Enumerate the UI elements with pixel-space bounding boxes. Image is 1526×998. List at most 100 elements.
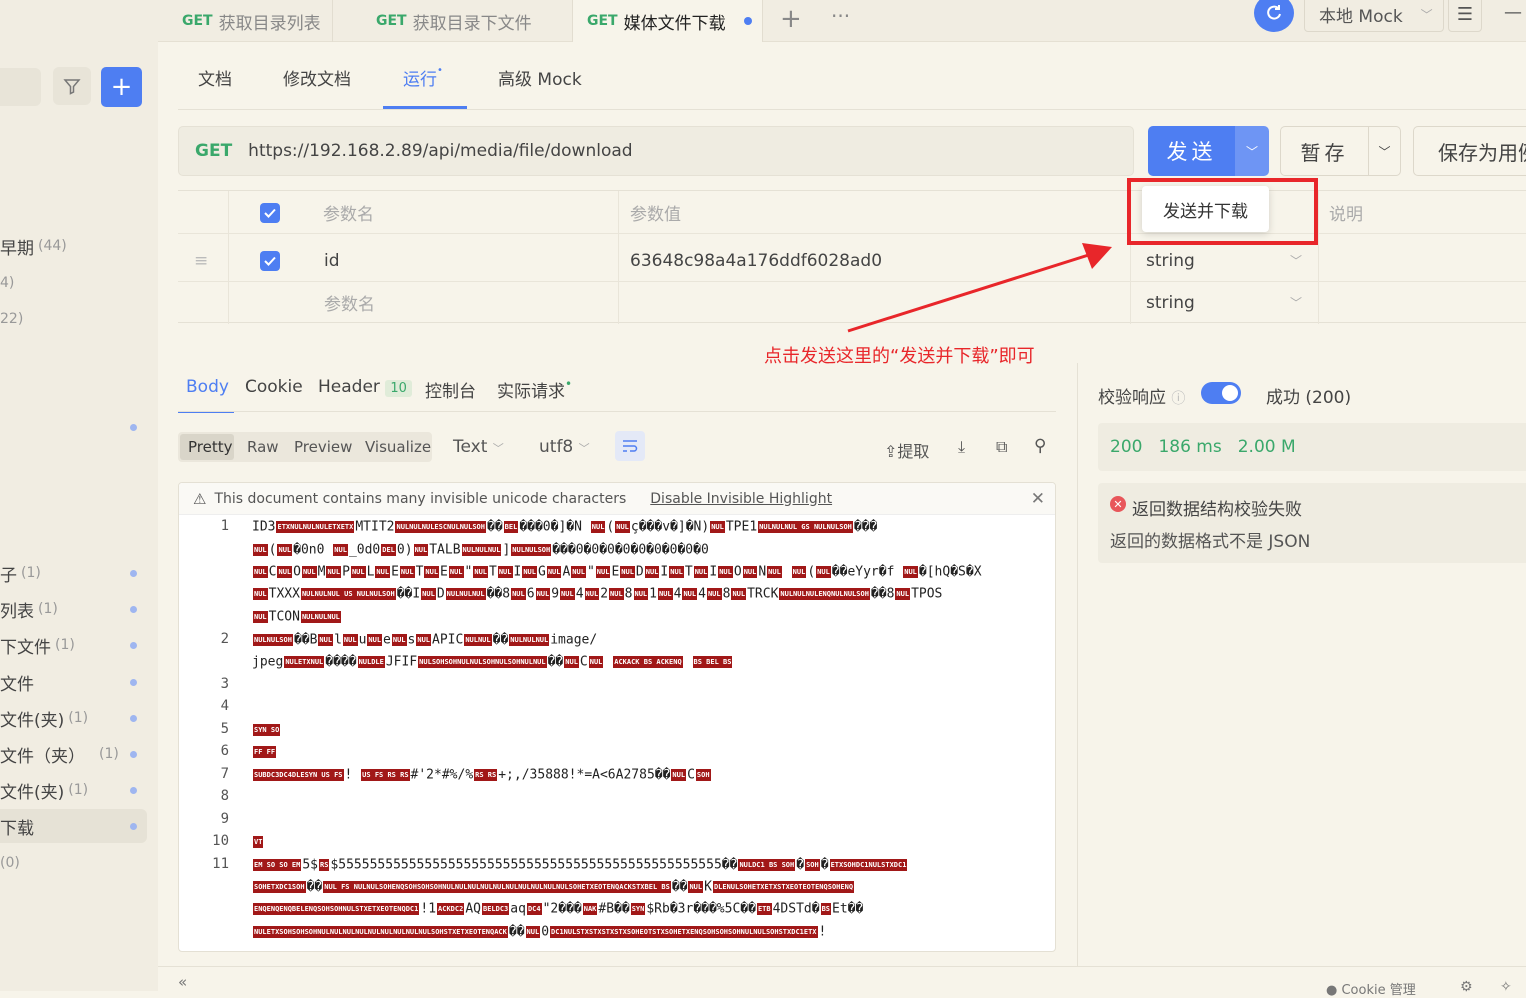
sidebar-item[interactable]: 文件(夹) (1) [0,773,147,807]
sidebar-item-active[interactable]: 下载 [0,809,147,843]
chevron-down-icon: ﹀ [1289,254,1302,268]
sidebar-item[interactable]: 列表 (1) [0,592,147,626]
view-raw[interactable]: Raw [247,438,279,456]
tab-label: 获取目录下文件 [412,13,532,34]
extract-button[interactable]: ⇪提取 [884,438,929,462]
header-name: 参数名 [323,205,374,225]
sidebar-item[interactable]: 文件（夹） (1) [0,737,147,771]
search-icon[interactable]: ⚲ [1034,436,1046,456]
tab-header-label: Header [318,377,380,397]
line-number: 3 [220,676,229,692]
tab-run[interactable]: 运行• [403,65,443,90]
env-select[interactable]: 本地 Mock ﹀ [1304,0,1444,32]
url-bar: GET [178,126,1134,176]
tab-body[interactable]: Body [186,377,229,397]
cookie-manager[interactable]: ● Cookie 管理 [1326,979,1416,998]
tab-dir-list[interactable]: GET 获取目录列表 [158,0,333,42]
line-number: 9 [220,811,229,827]
validation-pane: 校验响应 ⓘ 成功 (200) 200 186 ms 2.00 M ✕ 返回数据… [1077,363,1526,991]
row-checkbox[interactable] [260,239,280,282]
add-icon[interactable]: + [101,67,142,107]
sidebar-item[interactable]: (0) [0,846,147,880]
search-input[interactable] [0,68,41,106]
download-icon[interactable]: ⤓ [958,437,965,457]
code-line: EM SO SO EM 5$ RS $555555555555555555555555… [253,857,908,873]
add-tab-icon[interactable]: + [780,4,802,34]
status-bar: 200 186 ms 2.00 M [1098,423,1526,471]
tab-actual-request[interactable]: 实际请求• [497,377,572,402]
more-icon[interactable]: ··· [831,4,850,28]
param-type-select[interactable]: string ﹀ [1146,239,1318,282]
file-tab-bar: GET 获取目录列表 GET 获取目录下文件 GET 媒体文件下载 + ··· 本地 … [158,0,1526,42]
filter-icon[interactable] [53,67,91,105]
param-name[interactable]: id [324,239,340,282]
tab-dir-files[interactable]: GET 获取目录下文件 [352,0,573,42]
encoding-select[interactable]: utf8 ﹀ [539,437,590,457]
select-all-checkbox[interactable] [260,191,280,234]
chevron-down-icon: ﹀ [492,442,504,455]
disable-highlight-link[interactable]: Disable Invisible Highlight [650,491,832,507]
tab-edit-doc[interactable]: 修改文档 [283,65,351,90]
tab-cookie[interactable]: Cookie [245,377,303,397]
tab-media-download[interactable]: GET 媒体文件下载 [573,0,763,42]
tab-advanced-mock[interactable]: 高级 Mock [498,65,582,90]
validate-toggle[interactable] [1201,382,1241,404]
wrap-icon[interactable] [615,431,645,461]
code-viewer: ⚠ This document contains many invisible … [178,482,1056,952]
sidebar-item-count: (1) [99,746,119,762]
sidebar-item-count: (1) [21,565,41,581]
save-as-case-button[interactable]: 保存为用例 [1413,126,1526,176]
param-type-select[interactable]: string ﹀ [1146,281,1318,324]
sync-icon[interactable] [1254,0,1294,32]
menu-icon[interactable]: ☰ [1448,0,1482,32]
tab-header[interactable]: Header 10 [318,377,412,397]
code-line: ENQENQENQBELENQSOHSOHNULSTXETXEOTENQDC1!… [253,901,864,917]
minimize-icon[interactable]: — [1504,2,1522,23]
url-input[interactable] [248,141,1109,161]
env-label: 本地 Mock [1319,6,1403,27]
sidebar-item[interactable]: 文件(夹) (1) [0,701,147,735]
copy-icon[interactable]: ⧉ [996,437,1007,457]
plugin-icon[interactable]: ✧ [1500,979,1512,995]
status-dot [130,679,137,686]
tab-doc[interactable]: 文档 [198,65,232,90]
header-value: 参数值 [630,205,681,225]
send-button[interactable]: 发送 [1148,126,1235,176]
method-select[interactable]: GET [195,141,232,161]
chevron-down-icon: ﹀ [1289,296,1302,310]
extract-label: 提取 [897,442,930,461]
sidebar-item[interactable]: 4) [0,266,147,300]
sidebar-item-count: (1) [68,782,89,798]
sidebar-item-label: 文件(夹) [0,710,65,731]
code-line: NULETXSOHSOHSOHNULNULNULNULNULNULNULNULN… [253,924,827,940]
save-dropdown-button[interactable]: ﹀ [1368,126,1401,176]
sidebar-item[interactable]: 下文件 (1) [0,628,147,662]
sidebar-item-count: (1) [55,637,75,653]
status-dot [130,424,137,431]
format-select[interactable]: Text ﹀ [453,437,504,457]
sidebar-item[interactable] [0,410,147,444]
view-preview[interactable]: Preview [294,438,352,456]
close-icon[interactable]: ✕ [1031,489,1045,509]
sidebar-item[interactable]: 文件 [0,665,147,699]
warning-text: This document contains many invisible un… [214,490,627,507]
view-pretty[interactable]: Pretty [188,438,233,456]
collapse-icon[interactable]: « [178,973,187,991]
status-dot [130,751,137,758]
response-size: 2.00 M [1237,437,1296,457]
save-button[interactable]: 暂存 [1280,126,1368,176]
sidebar-item[interactable]: 早期 (44) [0,229,147,263]
drag-handle-icon[interactable]: ≡ [194,239,208,282]
sidebar-item[interactable]: 22) [0,302,147,336]
view-visualize[interactable]: Visualize [365,438,431,456]
count-badge: 10 [385,380,412,397]
header-desc: 说明 [1329,205,1363,225]
validation-error: ✕ 返回数据结构校验失败 返回的数据格式不是 JSON [1098,483,1526,563]
send-dropdown-button[interactable]: ﹀ [1235,126,1269,176]
settings-icon[interactable]: ⚙ [1460,979,1473,995]
tab-console[interactable]: 控制台 [425,377,476,402]
line-number: 10 [212,833,229,849]
sidebar-item[interactable]: 子 (1) [0,556,147,590]
param-name[interactable]: 参数名 [324,281,375,324]
line-number: 2 [220,631,229,647]
